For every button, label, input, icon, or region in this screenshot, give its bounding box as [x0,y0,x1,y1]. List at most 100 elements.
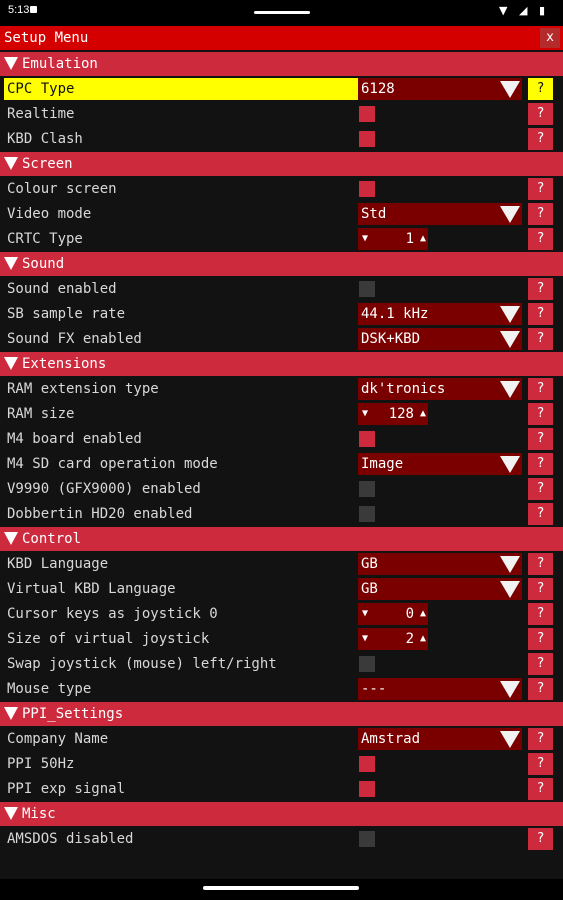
crtc-type-stepper[interactable]: ▼ 1 ▲ [358,228,428,250]
row-kbd-language: KBD Language GB ? [0,552,563,577]
realtime-checkbox[interactable] [359,106,375,122]
kbd-language-combo[interactable]: GB [358,553,522,575]
ppi-exp-signal-checkbox[interactable] [359,781,375,797]
help-button[interactable]: ? [528,178,553,200]
help-button[interactable]: ? [528,78,553,100]
combo-value: 6128 [361,81,395,97]
row-realtime: Realtime ? [0,102,563,127]
help-button[interactable]: ? [528,378,553,400]
kbd-clash-checkbox[interactable] [359,131,375,147]
window-title-bar: Setup Menu x [0,26,563,50]
row-virtual-joystick-size: Size of virtual joystick ▼ 2 ▲ ? [0,627,563,652]
section-sound[interactable]: Sound [0,252,563,276]
sound-enabled-checkbox[interactable] [359,281,375,297]
sound-fx-combo[interactable]: DSK+KBD [358,328,522,350]
section-misc[interactable]: Misc [0,802,563,826]
swap-joystick-checkbox[interactable] [359,656,375,672]
row-label: M4 board enabled [7,431,142,447]
cpc-type-combo[interactable]: 6128 [358,78,522,100]
increment-arrow-icon[interactable]: ▲ [420,633,426,644]
row-label: Cursor keys as joystick 0 [7,606,218,622]
video-mode-combo[interactable]: Std [358,203,522,225]
decrement-arrow-icon[interactable]: ▼ [362,633,368,644]
section-control[interactable]: Control [0,527,563,551]
row-ram-size: RAM size ▼ 128 ▲ ? [0,402,563,427]
dobbertin-checkbox[interactable] [359,506,375,522]
help-button[interactable]: ? [528,103,553,125]
row-label: AMSDOS disabled [7,831,134,847]
help-button[interactable]: ? [528,778,553,800]
help-button[interactable]: ? [528,678,553,700]
m4-sd-mode-combo[interactable]: Image [358,453,522,475]
help-button[interactable]: ? [528,228,553,250]
row-label: KBD Clash [7,131,83,147]
row-label: CPC Type [4,78,358,100]
increment-arrow-icon[interactable]: ▲ [420,233,426,244]
help-button[interactable]: ? [528,203,553,225]
section-label: Misc [22,806,56,822]
ppi-50hz-checkbox[interactable] [359,756,375,772]
help-button[interactable]: ? [528,428,553,450]
help-button[interactable]: ? [528,478,553,500]
row-m4-sd-mode: M4 SD card operation mode Image ? [0,452,563,477]
row-sound-enabled: Sound enabled ? [0,277,563,302]
help-button[interactable]: ? [528,403,553,425]
help-button[interactable]: ? [528,603,553,625]
help-button[interactable]: ? [528,503,553,525]
section-ppi-settings[interactable]: PPI_Settings [0,702,563,726]
row-kbd-clash: KBD Clash ? [0,127,563,152]
v9990-checkbox[interactable] [359,481,375,497]
help-button[interactable]: ? [528,328,553,350]
combo-value: DSK+KBD [361,331,421,347]
window-title: Setup Menu [4,30,89,46]
decrement-arrow-icon[interactable]: ▼ [362,608,368,619]
help-button[interactable]: ? [528,128,553,150]
row-label: RAM size [7,406,75,422]
combo-value: Std [361,206,387,222]
section-label: Screen [22,156,73,172]
help-button[interactable]: ? [528,278,553,300]
help-button[interactable]: ? [528,553,553,575]
decrement-arrow-icon[interactable]: ▼ [362,233,368,244]
help-button[interactable]: ? [528,303,553,325]
virtual-kbd-language-combo[interactable]: GB [358,578,522,600]
help-button[interactable]: ? [528,578,553,600]
help-button[interactable]: ? [528,828,553,850]
m4-board-checkbox[interactable] [359,431,375,447]
row-mouse-type: Mouse type --- ? [0,677,563,702]
gesture-nav-bar[interactable] [203,886,359,890]
section-screen[interactable]: Screen [0,152,563,176]
company-name-combo[interactable]: Amstrad [358,728,522,750]
decrement-arrow-icon[interactable]: ▼ [362,408,368,419]
row-label: Virtual KBD Language [7,581,176,597]
increment-arrow-icon[interactable]: ▲ [420,408,426,419]
dropdown-arrow-icon [500,306,520,323]
help-button[interactable]: ? [528,628,553,650]
help-button[interactable]: ? [528,453,553,475]
section-emulation[interactable]: Emulation [0,52,563,76]
row-label: Size of virtual joystick [7,631,210,647]
cursor-keys-joystick-stepper[interactable]: ▼ 0 ▲ [358,603,428,625]
help-button[interactable]: ? [528,753,553,775]
colour-screen-checkbox[interactable] [359,181,375,197]
ram-size-stepper[interactable]: ▼ 128 ▲ [358,403,428,425]
mouse-type-combo[interactable]: --- [358,678,522,700]
increment-arrow-icon[interactable]: ▲ [420,608,426,619]
combo-value: GB [361,556,378,572]
amsdos-disabled-checkbox[interactable] [359,831,375,847]
combo-value: Amstrad [361,731,421,747]
help-button[interactable]: ? [528,653,553,675]
help-button[interactable]: ? [528,728,553,750]
dropdown-arrow-icon [500,581,520,598]
close-button[interactable]: x [540,28,560,48]
ram-extension-type-combo[interactable]: dk'tronics [358,378,522,400]
row-label: Sound FX enabled [7,331,142,347]
section-extensions[interactable]: Extensions [0,352,563,376]
notification-icon [30,6,37,13]
row-sb-sample-rate: SB sample rate 44.1 kHz ? [0,302,563,327]
sb-sample-rate-combo[interactable]: 44.1 kHz [358,303,522,325]
row-swap-joystick: Swap joystick (mouse) left/right ? [0,652,563,677]
virtual-joystick-size-stepper[interactable]: ▼ 2 ▲ [358,628,428,650]
setup-menu-window: Setup Menu x Emulation CPC Type 6128 ? R… [0,26,563,879]
collapse-triangle-icon [4,532,18,545]
